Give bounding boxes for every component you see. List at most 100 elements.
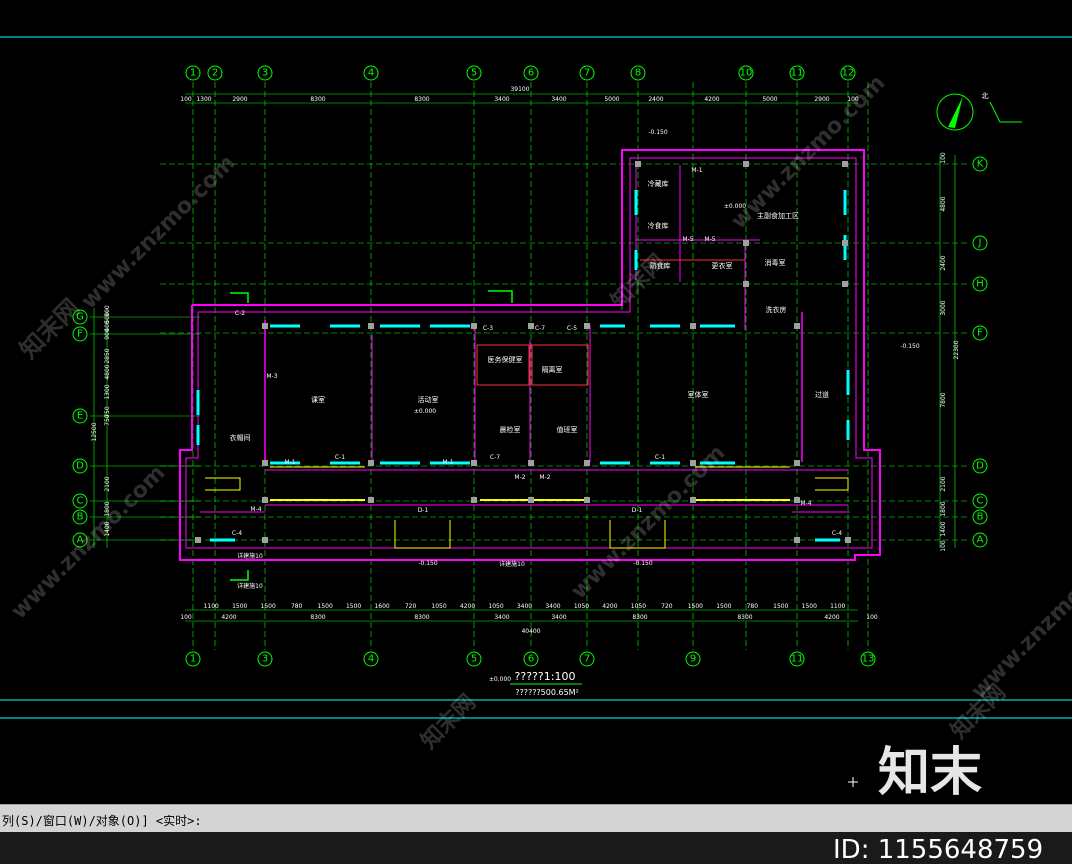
grid-bubble-label: 7 bbox=[584, 68, 590, 79]
dimension-text: 4200 bbox=[704, 96, 719, 103]
column bbox=[368, 323, 374, 329]
dimension-text: 3400 bbox=[551, 96, 566, 103]
grid-bubble-label: D bbox=[976, 461, 984, 472]
dimension-text: 3400 bbox=[517, 603, 532, 610]
grid-bubble-label: 8 bbox=[635, 68, 641, 79]
dimension-text: 4200 bbox=[221, 614, 236, 621]
column bbox=[584, 460, 590, 466]
elevation-tag: -0.150 bbox=[418, 560, 438, 567]
command-line[interactable]: 列(S)/窗口(W)/对象(O)] <实时>: bbox=[0, 804, 1072, 833]
dimension-text: 4200 bbox=[824, 614, 839, 621]
room-morning-check: 晨检室 bbox=[500, 425, 521, 434]
dimension-text: 8300 bbox=[414, 614, 429, 621]
dimension-text: 8300 bbox=[310, 614, 325, 621]
area-note: ??????500.65M² bbox=[515, 688, 579, 697]
grid-bubble-label: 6 bbox=[528, 654, 534, 665]
grid-bubble-label: 9 bbox=[690, 654, 696, 665]
window-tag: C-4 bbox=[832, 530, 842, 537]
room-corridor: 过道 bbox=[815, 390, 829, 399]
room-activity: 活动室 bbox=[418, 395, 439, 404]
door-tag: M-5 bbox=[704, 236, 715, 243]
grid-bubble-label: 6 bbox=[528, 68, 534, 79]
window-tag: C-7 bbox=[535, 325, 545, 332]
dimension-text: 1600 bbox=[374, 603, 389, 610]
room-disinfection: 消毒室 bbox=[765, 258, 786, 267]
column bbox=[743, 281, 749, 287]
column bbox=[528, 460, 534, 466]
dimension-text: 4200 bbox=[460, 603, 475, 610]
crosshair bbox=[848, 777, 858, 787]
grid-bubble-label: 4 bbox=[368, 654, 374, 665]
dimension-text: 1500 bbox=[802, 603, 817, 610]
dimension-text: 2100 bbox=[940, 476, 947, 491]
room-cloakroom: 衣帽间 bbox=[230, 433, 251, 442]
column bbox=[368, 460, 374, 466]
window-tag: C-4 bbox=[232, 530, 242, 537]
elevation-tag: -0.150 bbox=[648, 129, 668, 136]
column bbox=[195, 537, 201, 543]
door-tag: M-2 bbox=[514, 474, 525, 481]
grid-bubble-label: 5 bbox=[471, 654, 477, 665]
dimension-text: 2400 bbox=[940, 255, 947, 270]
column bbox=[584, 497, 590, 503]
note-callout: 详建施10 bbox=[237, 582, 263, 590]
grid-bubble-label: F bbox=[977, 328, 983, 339]
grid-bubble-label: H bbox=[976, 279, 984, 290]
grid-bubble-label: 3 bbox=[262, 654, 268, 665]
watermark-logo: 知末 bbox=[878, 743, 982, 803]
dimension-text: 40400 bbox=[521, 628, 540, 635]
column bbox=[262, 497, 268, 503]
column bbox=[842, 240, 848, 246]
grid-bubble-label: C bbox=[77, 496, 84, 507]
dimension-text: 2900 bbox=[814, 96, 829, 103]
room-cold-food: 冷食库 bbox=[648, 221, 669, 230]
column bbox=[842, 161, 848, 167]
dimension-text: 3000 bbox=[940, 300, 947, 315]
watermark-site: www.znzmo.com bbox=[7, 460, 171, 624]
command-prompt: 列(S)/窗口(W)/对象(O)] <实时>: bbox=[2, 814, 202, 828]
floor-plan-drawing[interactable]: 39100100 1300 2900 8300 8300 3400 3400 5000 2400… bbox=[0, 0, 1072, 804]
grid-bubble-label: 1 bbox=[190, 654, 196, 665]
command-input[interactable] bbox=[210, 809, 814, 829]
grid-bubble-label: F bbox=[77, 329, 83, 340]
status-strip: ID: 1155648759 bbox=[0, 832, 1072, 864]
note-callout: 详建施10 bbox=[237, 552, 263, 560]
door-tag: M-1 bbox=[691, 167, 702, 174]
dimension-text: 100 bbox=[866, 614, 878, 621]
dimension-text: 1500 bbox=[346, 603, 361, 610]
dimension-text: 1500 bbox=[318, 603, 333, 610]
column bbox=[471, 497, 477, 503]
window-tag: C-1 bbox=[335, 454, 345, 461]
column bbox=[794, 497, 800, 503]
door-tag: M-2 bbox=[539, 474, 550, 481]
grid-bubble-label: D bbox=[76, 461, 84, 472]
dimension-text: 4200 bbox=[602, 603, 617, 610]
grid-bubble-label: 4 bbox=[368, 68, 374, 79]
column bbox=[794, 460, 800, 466]
dimension-text: 100 bbox=[940, 540, 947, 552]
dimension-text: 1100 bbox=[204, 603, 219, 610]
dimension-text: 1050 bbox=[631, 603, 646, 610]
watermark-site: www.znzmo.com bbox=[967, 540, 1072, 704]
window-tag: C-7 bbox=[490, 454, 500, 461]
watermark-brand: 知末网 bbox=[416, 689, 481, 754]
room-gym: 室体室 bbox=[688, 390, 709, 399]
column bbox=[845, 537, 851, 543]
column bbox=[635, 161, 641, 167]
grid-bubble-label: E bbox=[77, 411, 83, 422]
cad-drawing-viewport[interactable]: 39100 100 1300 2900 8300 8300 3400 3400 5000 2400… bbox=[0, 0, 1072, 804]
dimension-text: 1800 bbox=[940, 501, 947, 516]
dimension-text: 2850 bbox=[104, 348, 111, 363]
window-tag: C-2 bbox=[235, 310, 245, 317]
dimension-text: 1500 bbox=[773, 603, 788, 610]
dimension-text: 1300 bbox=[196, 96, 211, 103]
dimension-text: 1500 bbox=[261, 603, 276, 610]
grid-bubble-label: B bbox=[977, 512, 984, 523]
window-tag: C-3 bbox=[483, 325, 493, 332]
dimension-text: 8300 bbox=[310, 96, 325, 103]
dimension-text: 1050 bbox=[574, 603, 589, 610]
watermark-id: ID: 1155648759 bbox=[833, 835, 1043, 864]
grid-bubble-label: 3 bbox=[262, 68, 268, 79]
dimension-text: 2100 bbox=[104, 476, 111, 491]
grid-bubble-label: 11 bbox=[791, 654, 804, 665]
